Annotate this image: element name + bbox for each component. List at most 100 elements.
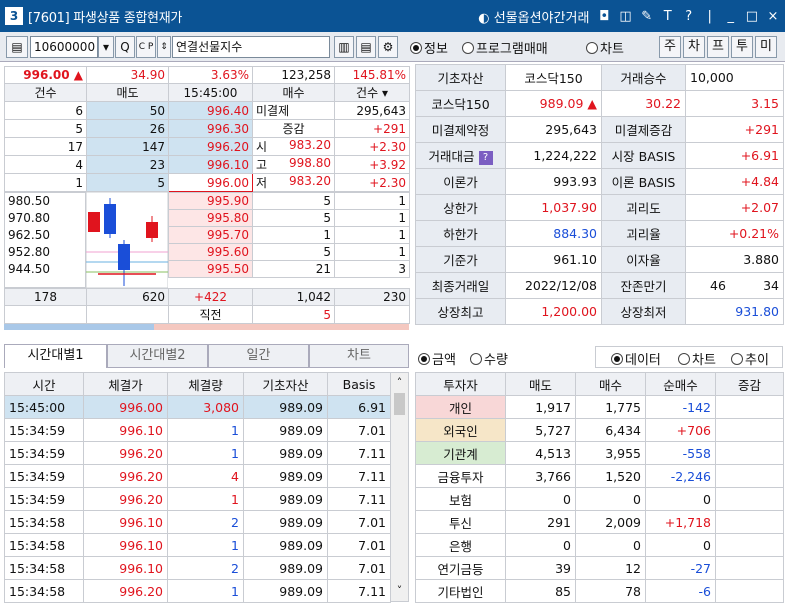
night-session-toggle[interactable]: ◐ 선물옵션야간거래: [478, 7, 589, 26]
table-row[interactable]: 15:45:00 996.00 3,080 989.09 6.91: [4, 395, 391, 419]
radio-quantity[interactable]: 수량: [470, 349, 508, 368]
table-row[interactable]: 15:34:59 996.20 1 989.09 7.11: [4, 441, 391, 465]
total-ask-count: 178: [4, 288, 87, 306]
tab-program[interactable]: 프: [707, 36, 729, 58]
chart-small-icon[interactable]: ▥: [334, 36, 354, 58]
minimize-icon[interactable]: _: [725, 9, 737, 24]
ask-price-current[interactable]: 996.00: [168, 173, 253, 192]
close-icon[interactable]: ×: [767, 9, 779, 24]
maximize-icon[interactable]: □: [746, 9, 758, 24]
filter-icon[interactable]: C P: [136, 36, 156, 58]
investor-table: 투자자 매도 매수 순매수 증감 개인 1,917 1,775 -142 외국인 5,727 6,…: [415, 372, 784, 603]
info-value: +0.21%: [685, 220, 784, 247]
ask-price[interactable]: 996.40: [168, 101, 253, 120]
table-row[interactable]: 은행 0 0 0: [415, 533, 784, 557]
radio-chart[interactable]: 차트: [586, 38, 624, 57]
ob-header-bid-count[interactable]: 건수 ▾: [334, 83, 410, 102]
table-row[interactable]: 15:34:58 996.10 2 989.09 7.01: [4, 556, 391, 580]
ask-price[interactable]: 996.30: [168, 119, 253, 138]
table-row[interactable]: 15:34:59 996.20 1 989.09 7.11: [4, 487, 391, 511]
code-dropdown-icon[interactable]: ▾: [98, 36, 114, 58]
low-diff: +2.30: [334, 173, 410, 192]
table-row[interactable]: 15:34:58 996.10 1 989.09 7.01: [4, 533, 391, 557]
info-value: 993.93: [505, 168, 602, 195]
tab-time2[interactable]: 시간대별2: [107, 344, 208, 368]
ask-count: 6: [4, 101, 87, 120]
bid-qty: 1: [252, 226, 335, 244]
bid-price[interactable]: 995.60: [168, 243, 253, 261]
table-row[interactable]: 15:34:58 996.10 2 989.09 7.01: [4, 510, 391, 534]
scroll-down-icon[interactable]: ˅: [391, 581, 408, 601]
radio-inv-chart[interactable]: 차트: [678, 349, 716, 368]
col-header: 순매수: [645, 372, 716, 396]
font-icon[interactable]: T: [662, 9, 674, 24]
current-price: 996.00 ▲: [4, 66, 87, 84]
table-row[interactable]: 연기금등 39 12 -27: [415, 556, 784, 580]
table-row[interactable]: 기타법인 85 78 -6: [415, 579, 784, 603]
ob-header-time: 15:45:00: [168, 83, 253, 102]
bid-price[interactable]: 995.80: [168, 209, 253, 227]
info-label: 거래승수: [601, 64, 686, 91]
ask-price[interactable]: 996.10: [168, 155, 253, 174]
gear-icon[interactable]: ⚙: [378, 36, 398, 58]
ask-price[interactable]: 996.20: [168, 137, 253, 156]
radio-data[interactable]: 데이터: [611, 349, 661, 368]
scroll-thumb[interactable]: [394, 393, 405, 415]
code-input[interactable]: 10600000: [30, 36, 98, 58]
table-row[interactable]: 금융투자 3,766 1,520 -2,246: [415, 464, 784, 488]
toolbar: ▤ 10600000 ▾ Q C P ⇕ 연결선물지수 ▥ ▤ ⚙ 정보 프로그…: [0, 32, 785, 62]
search-icon[interactable]: Q: [115, 36, 135, 58]
tab-stock[interactable]: 주: [659, 36, 681, 58]
table-row[interactable]: 외국인 5,727 6,434 +706: [415, 418, 784, 442]
table-row[interactable]: 15:34:58 996.20 1 989.09 7.11: [4, 579, 391, 603]
open-interest-value: 295,643: [334, 101, 410, 120]
change-rate: 3.63%: [168, 66, 253, 84]
price-change: 34.90: [86, 66, 169, 84]
tab-daily[interactable]: 일간: [208, 344, 309, 368]
col-header: 투자자: [415, 372, 506, 396]
high-price: 고 998.80: [252, 155, 335, 174]
info-value: 10,000: [685, 64, 784, 91]
table-row[interactable]: 15:34:59 996.20 4 989.09 7.11: [4, 464, 391, 488]
open-diff: +2.30: [334, 137, 410, 156]
bid-price[interactable]: 995.90: [168, 192, 253, 210]
table-row[interactable]: 투신 291 2,009 +1,718: [415, 510, 784, 534]
trade-amount-label: 거래대금 ?: [415, 142, 506, 169]
bid-price[interactable]: 995.50: [168, 260, 253, 278]
help-icon[interactable]: ?: [478, 150, 493, 165]
tab-unsettled[interactable]: 미: [755, 36, 777, 58]
chart-label: 980.50: [8, 194, 50, 208]
table-row[interactable]: 15:34:59 996.10 1 989.09 7.01: [4, 418, 391, 442]
table-row[interactable]: 보험 0 0 0: [415, 487, 784, 511]
panel-icon[interactable]: ▤: [356, 36, 376, 58]
tab-investor[interactable]: 투: [731, 36, 753, 58]
tab-chart[interactable]: 차: [683, 36, 705, 58]
table-row[interactable]: 개인 1,917 1,775 -142: [415, 395, 784, 419]
menu-icon[interactable]: ▤: [6, 36, 28, 58]
radio-trend[interactable]: 추이: [731, 349, 769, 368]
info-value: 1,037.90: [505, 194, 602, 221]
layout-icon[interactable]: ◘: [598, 9, 610, 24]
volume-rate: 145.81%: [334, 66, 410, 84]
table-row[interactable]: 기관계 4,513 3,955 -558: [415, 441, 784, 465]
bid-price[interactable]: 995.70: [168, 226, 253, 244]
info-value: 코스닥150: [505, 64, 602, 91]
underlying-price: 989.09 ▲: [505, 90, 602, 117]
oi-change-label: 증감: [252, 119, 335, 138]
spin-icon[interactable]: ⇕: [157, 36, 171, 58]
pen-icon[interactable]: ✎: [641, 9, 653, 24]
scroll-up-icon[interactable]: ˄: [391, 373, 408, 393]
info-value: 3.880: [685, 246, 784, 273]
info-label: 이론 BASIS: [601, 168, 686, 195]
info-label: 괴리도: [601, 194, 686, 221]
tick-scrollbar[interactable]: ˄ ˅: [390, 372, 409, 602]
prev-label: 직전: [168, 305, 253, 324]
radio-amount[interactable]: 금액: [418, 349, 456, 368]
radio-program[interactable]: 프로그램매매: [462, 38, 548, 57]
tab-time1[interactable]: 시간대별1: [4, 344, 107, 368]
radio-info[interactable]: 정보: [410, 38, 448, 57]
help-icon[interactable]: ?: [683, 9, 695, 24]
tab-tick-chart[interactable]: 차트: [309, 344, 409, 368]
bid-count: 1: [334, 226, 410, 244]
window-icon[interactable]: ◫: [619, 9, 631, 24]
